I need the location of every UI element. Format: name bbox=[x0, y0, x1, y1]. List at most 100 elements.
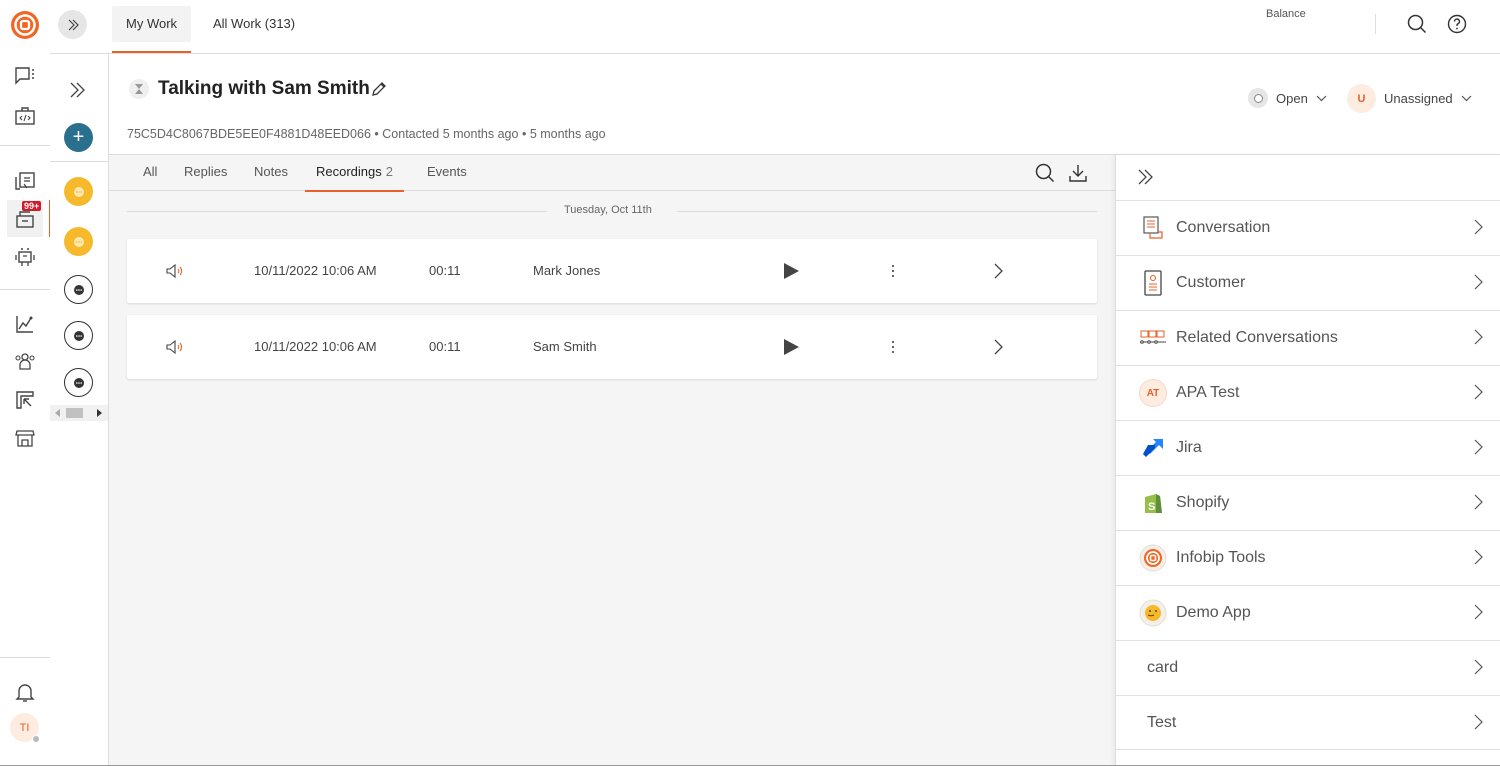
right-panel: Conversation Customer Related Conversati… bbox=[1115, 155, 1500, 766]
speaker-icon bbox=[166, 264, 183, 278]
download-icon[interactable] bbox=[1067, 162, 1089, 184]
chevron-right-icon bbox=[1474, 439, 1483, 455]
play-icon[interactable] bbox=[783, 263, 799, 279]
chevron-right-icon bbox=[1474, 384, 1483, 400]
conversation-meta: 75C5D4C8067BDE5EE0F4881D48EED066 • Conta… bbox=[127, 127, 606, 141]
conversation-item[interactable] bbox=[64, 275, 93, 304]
recording-row[interactable]: 10/11/2022 10:06 AM 00:11 Mark Jones bbox=[127, 239, 1097, 303]
status-label: Open bbox=[1276, 90, 1308, 106]
analytics-icon[interactable] bbox=[13, 312, 37, 336]
chevron-right-icon[interactable] bbox=[993, 263, 1003, 279]
recording-participant: Sam Smith bbox=[533, 339, 597, 354]
help-icon[interactable] bbox=[1446, 13, 1468, 35]
horizontal-scrollbar[interactable] bbox=[50, 405, 108, 421]
svg-text:S: S bbox=[1148, 501, 1155, 513]
conversation-item[interactable] bbox=[64, 177, 93, 206]
developer-toolbox-icon[interactable] bbox=[13, 104, 37, 128]
chat-bubble-icon bbox=[73, 330, 84, 341]
shopify-icon: S bbox=[1138, 488, 1168, 518]
conversation-item[interactable] bbox=[64, 368, 93, 397]
inbox-count-badge: 99+ bbox=[22, 201, 42, 211]
assignee-dropdown[interactable]: U Unassigned bbox=[1347, 84, 1472, 113]
panel-item-related-conversations[interactable]: Related Conversations bbox=[1116, 310, 1500, 365]
chat-icon[interactable] bbox=[13, 64, 37, 88]
panel-item-conversation[interactable]: Conversation bbox=[1116, 200, 1500, 255]
balance-label[interactable]: Balance bbox=[1266, 8, 1306, 20]
rail-divider bbox=[0, 289, 50, 290]
tab-events[interactable]: Events bbox=[427, 155, 467, 191]
exports-icon[interactable] bbox=[13, 388, 37, 412]
expand-sidebar-button[interactable] bbox=[58, 10, 87, 39]
panel-item-infobip-tools[interactable]: Infobip Tools bbox=[1116, 530, 1500, 585]
chevron-right-icon bbox=[1474, 659, 1483, 675]
recording-datetime: 10/11/2022 10:06 AM bbox=[254, 339, 377, 354]
collapse-panel-icon[interactable] bbox=[1136, 167, 1156, 187]
panel-item-test[interactable]: Test bbox=[1116, 695, 1500, 750]
bell-icon[interactable] bbox=[13, 680, 37, 704]
panel-item-apa-test[interactable]: AT APA Test bbox=[1116, 365, 1500, 420]
panel-item-label: card bbox=[1147, 659, 1179, 676]
recording-row[interactable]: 10/11/2022 10:06 AM 00:11 Sam Smith bbox=[127, 315, 1097, 379]
more-options-icon[interactable] bbox=[890, 339, 896, 355]
tab-notes[interactable]: Notes bbox=[254, 155, 288, 191]
panel-item-label: Customer bbox=[1176, 274, 1246, 291]
new-conversation-button[interactable]: + bbox=[64, 123, 93, 152]
related-conversations-icon bbox=[1138, 323, 1168, 353]
chevron-right-icon[interactable] bbox=[993, 339, 1003, 355]
recording-datetime: 10/11/2022 10:06 AM bbox=[254, 263, 377, 278]
chevron-right-icon bbox=[1474, 219, 1483, 235]
chevron-down-icon bbox=[1461, 95, 1472, 102]
panel-item-jira[interactable]: Jira bbox=[1116, 420, 1500, 475]
panel-item-demo-app[interactable]: Demo App bbox=[1116, 585, 1500, 640]
more-options-icon[interactable] bbox=[890, 263, 896, 279]
panel-item-label: Related Conversations bbox=[1176, 329, 1338, 346]
assignee-avatar: U bbox=[1347, 84, 1376, 113]
chevron-down-icon bbox=[1316, 95, 1327, 101]
panel-item-label: Shopify bbox=[1176, 494, 1230, 511]
app-root: 99+ TI My Work All Work (313) Balance + … bbox=[0, 0, 1500, 766]
conversation-item[interactable] bbox=[64, 227, 93, 256]
panel-item-customer[interactable]: Customer bbox=[1116, 255, 1500, 310]
conversation-item[interactable] bbox=[64, 321, 93, 350]
list-divider bbox=[50, 161, 109, 162]
pencil-icon[interactable] bbox=[371, 81, 387, 97]
conversation-header: Talking with Sam Smith 75C5D4C8067BDE5EE… bbox=[109, 54, 1500, 155]
panel-item-shopify[interactable]: S Shopify bbox=[1116, 475, 1500, 530]
tab-all[interactable]: All bbox=[143, 155, 157, 191]
chevron-right-icon bbox=[1474, 549, 1483, 565]
search-icon[interactable] bbox=[1406, 13, 1428, 35]
infobip-logo[interactable] bbox=[10, 10, 40, 40]
chevron-right-icon bbox=[1474, 604, 1483, 620]
chat-bubble-icon bbox=[73, 236, 84, 247]
scroll-left-icon[interactable] bbox=[55, 409, 60, 417]
panel-item-label: Demo App bbox=[1176, 604, 1251, 621]
expand-list-icon[interactable] bbox=[68, 80, 88, 100]
tab-replies[interactable]: Replies bbox=[184, 155, 227, 191]
tab-recordings[interactable]: Recordings 2 bbox=[305, 155, 404, 192]
chat-bubble-icon bbox=[73, 377, 84, 388]
panel-item-card[interactable]: card bbox=[1116, 640, 1500, 695]
chevron-right-icon bbox=[1474, 274, 1483, 290]
tab-all-work[interactable]: All Work (313) bbox=[199, 6, 309, 42]
jira-icon bbox=[1138, 433, 1168, 463]
panel-item-label: Jira bbox=[1176, 439, 1202, 456]
conversations-icon[interactable] bbox=[13, 170, 37, 194]
conversation-main: All Replies Notes Recordings 2 Events Tue… bbox=[109, 155, 1115, 766]
topbar-divider bbox=[1375, 14, 1376, 34]
search-icon[interactable] bbox=[1034, 162, 1056, 184]
people-icon[interactable] bbox=[13, 349, 37, 373]
double-chevron-right-icon bbox=[68, 19, 79, 30]
scrollbar-thumb[interactable] bbox=[66, 408, 83, 418]
customer-icon bbox=[1138, 268, 1168, 298]
play-icon[interactable] bbox=[783, 339, 799, 355]
tab-my-work[interactable]: My Work bbox=[112, 6, 192, 53]
panel-item-label: Conversation bbox=[1176, 219, 1271, 236]
scroll-right-icon[interactable] bbox=[97, 409, 102, 417]
bot-icon[interactable] bbox=[13, 245, 37, 269]
speaker-icon bbox=[166, 340, 183, 354]
rail-divider bbox=[0, 657, 50, 658]
marketplace-icon[interactable] bbox=[13, 426, 37, 450]
conversation-subtabs: All Replies Notes Recordings 2 Events bbox=[109, 155, 1115, 192]
hourglass-icon bbox=[129, 79, 149, 99]
status-dropdown[interactable]: Open bbox=[1248, 88, 1327, 108]
